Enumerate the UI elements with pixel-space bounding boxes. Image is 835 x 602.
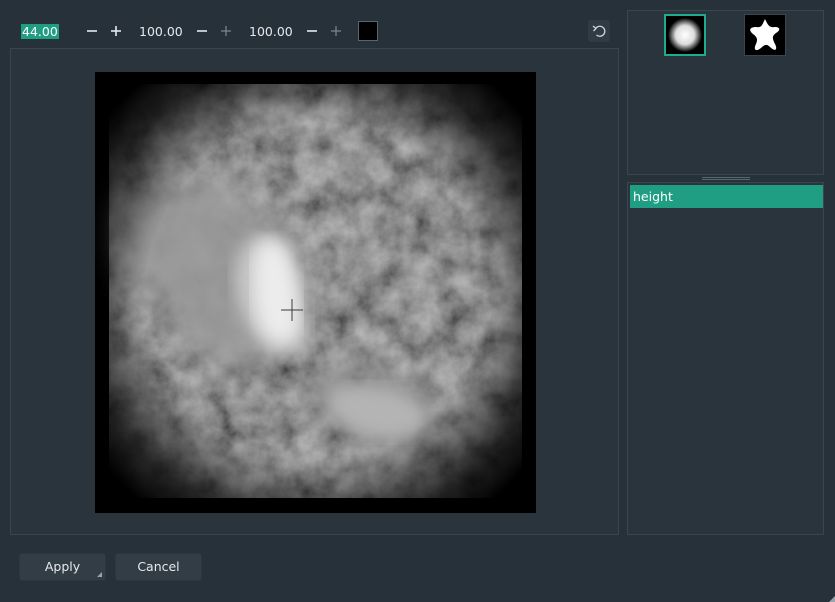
brush-toolbar: 44.00 100.00 100.00	[0, 14, 620, 48]
resize-grip-icon[interactable]	[829, 596, 835, 602]
brush-opacity-field[interactable]: 100.00	[139, 24, 183, 39]
brush-color-swatch[interactable]	[358, 21, 378, 41]
minus-icon	[307, 30, 317, 32]
brush-flow-field[interactable]: 100.00	[249, 24, 293, 39]
soft-circle-brush-icon	[666, 16, 704, 54]
minus-icon	[197, 30, 207, 32]
heightmap-canvas[interactable]	[95, 72, 536, 513]
star-brush-icon	[745, 15, 785, 55]
minus-icon	[87, 30, 97, 32]
reset-button[interactable]	[588, 20, 610, 42]
flow-decrease-button[interactable]	[305, 24, 319, 38]
opacity-decrease-button[interactable]	[195, 24, 209, 38]
size-increase-button[interactable]	[109, 24, 123, 38]
plus-icon	[221, 26, 231, 36]
brush-preset-soft-circle[interactable]	[664, 14, 706, 56]
size-decrease-button[interactable]	[85, 24, 99, 38]
panel-splitter-handle[interactable]	[702, 177, 750, 180]
apply-button[interactable]: Apply	[19, 553, 106, 581]
opacity-increase-button[interactable]	[219, 24, 233, 38]
brush-size-field[interactable]: 44.00	[21, 24, 59, 39]
undo-icon	[592, 25, 606, 37]
brush-preset-panel	[627, 10, 824, 175]
brush-preset-star[interactable]	[744, 14, 786, 56]
layer-list-panel: height	[627, 182, 824, 535]
apply-button-label: Apply	[44, 559, 81, 574]
menu-indicator-icon	[97, 572, 102, 577]
heightmap-image	[95, 72, 536, 513]
cancel-button-label: Cancel	[137, 559, 180, 574]
plus-icon	[331, 26, 341, 36]
plus-icon	[111, 26, 121, 36]
cancel-button[interactable]: Cancel	[115, 553, 202, 581]
canvas-panel	[10, 48, 619, 535]
flow-increase-button[interactable]	[329, 24, 343, 38]
list-item-height[interactable]: height	[630, 185, 823, 208]
